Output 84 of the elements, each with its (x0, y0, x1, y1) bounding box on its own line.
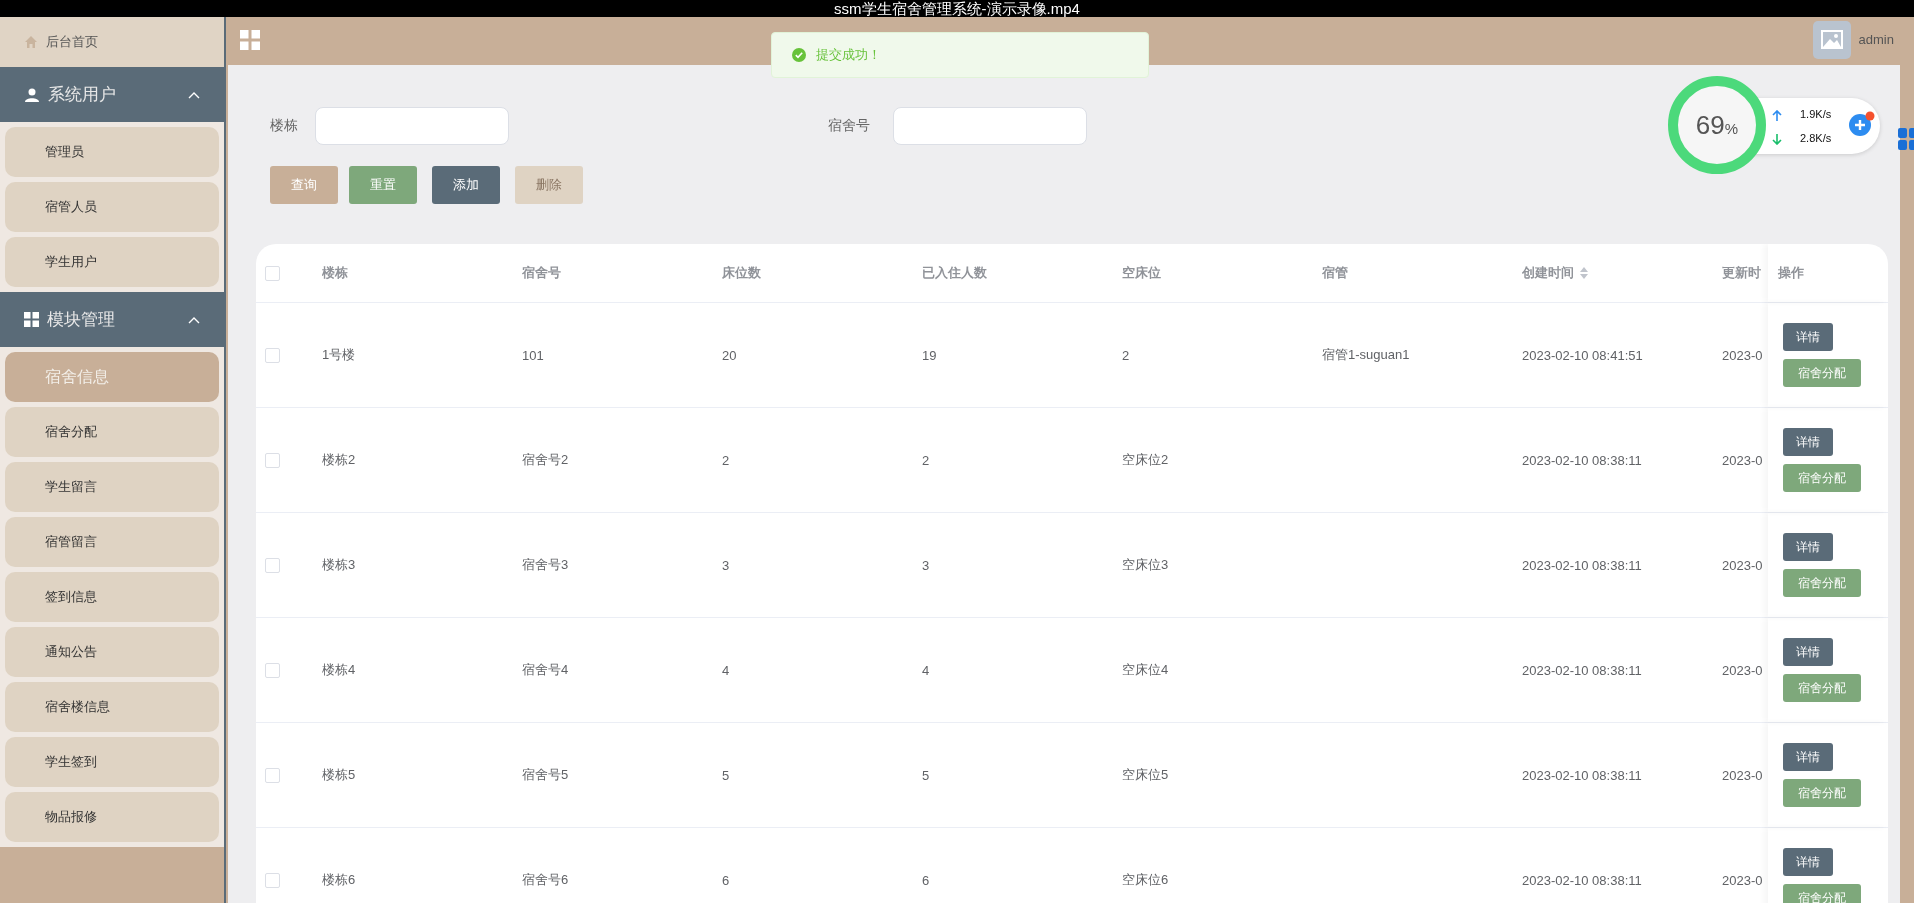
sidebar-item[interactable]: 宿管人员 (5, 182, 219, 232)
table-cell: 4 (922, 662, 930, 678)
table-cell: 4 (722, 662, 730, 678)
table-cell: 楼栋3 (322, 556, 356, 574)
action-button[interactable]: 添加 (432, 166, 500, 204)
row-action-button[interactable]: 详情 (1783, 533, 1833, 561)
table-cell: 2023-0 (1722, 557, 1763, 573)
table-cell: 5 (722, 767, 730, 783)
table-cell: 2023-0 (1722, 452, 1763, 468)
table-cell: 楼栋6 (322, 871, 356, 889)
table-cell: 宿舍号3 (522, 556, 569, 574)
table-cell: 6 (922, 872, 930, 888)
video-title: ssm学生宿舍管理系统-演示录像.mp4 (834, 0, 1080, 17)
table-cell: 2023-02-10 08:38:11 (1522, 767, 1642, 783)
table-cell: 楼栋2 (322, 451, 356, 469)
table-cell: 6 (722, 872, 730, 888)
section-title: 模块管理 (47, 309, 116, 331)
table-cell: 空床位5 (1122, 766, 1169, 784)
table-cell: 2 (1122, 347, 1130, 363)
sidebar-item[interactable]: 宿舍楼信息 (5, 682, 219, 732)
toast-message: 提交成功！ (816, 46, 881, 64)
table-cell: 2023-0 (1722, 662, 1763, 678)
column-header: 宿管 (1322, 264, 1348, 282)
usage-percent: 69% (1695, 109, 1739, 141)
table-cell: 3 (722, 557, 730, 573)
row-action-button[interactable]: 详情 (1783, 428, 1833, 456)
table-cell: 空床位4 (1122, 661, 1169, 679)
table-cell: 宿舍号4 (522, 661, 569, 679)
column-header: 楼栋 (322, 264, 348, 282)
table-cell: 2023-02-10 08:38:11 (1522, 557, 1642, 573)
column-header: 更新时 (1722, 264, 1761, 282)
sidebar-item[interactable]: 物品报修 (5, 792, 219, 842)
table-cell: 2023-02-10 08:38:11 (1522, 452, 1642, 468)
field-label: 楼栋 (270, 117, 299, 135)
table-cell: 2023-02-10 08:38:11 (1522, 662, 1642, 678)
table-cell: 空床位3 (1122, 556, 1169, 574)
table-cell: 楼栋4 (322, 661, 356, 679)
column-header: 操作 (1778, 264, 1804, 282)
sidebar-item[interactable]: 学生用户 (5, 237, 219, 287)
column-header: 床位数 (722, 264, 761, 282)
sidebar-item[interactable]: 宿管留言 (5, 517, 219, 567)
column-header: 创建时间 (1522, 264, 1574, 282)
sidebar-item[interactable]: 签到信息 (5, 572, 219, 622)
table-cell: 1号楼 (322, 346, 356, 364)
table-cell: 宿舍号2 (522, 451, 569, 469)
sidebar-item[interactable]: 学生签到 (5, 737, 219, 787)
table-cell: 空床位6 (1122, 871, 1169, 889)
table-cell: 宿舍号6 (522, 871, 569, 889)
table-cell: 2023-0 (1722, 872, 1763, 888)
table-cell: 2023-0 (1722, 767, 1763, 783)
table-cell: 20 (722, 347, 737, 363)
row-action-button[interactable]: 详情 (1783, 638, 1833, 666)
table-cell: 2 (722, 452, 730, 468)
menu-section-header[interactable]: 系统用户 (0, 67, 224, 122)
sidebar-item[interactable]: 学生留言 (5, 462, 219, 512)
table-cell: 宿管1-suguan1 (1322, 346, 1410, 364)
table-cell: 2 (922, 452, 930, 468)
row-action-button[interactable]: 详情 (1783, 323, 1833, 351)
table-cell: 2023-02-10 08:41:51 (1522, 347, 1643, 363)
download-speed: 2.8K/s (1800, 132, 1832, 144)
sidebar-item[interactable]: 宿舍分配 (5, 407, 219, 457)
table-cell: 楼栋5 (322, 766, 356, 784)
home-label: 后台首页 (46, 33, 98, 51)
sidebar-item[interactable]: 通知公告 (5, 627, 219, 677)
column-header: 宿舍号 (522, 264, 561, 282)
column-header: 已入住人数 (922, 264, 987, 282)
sidebar-item[interactable]: 管理员 (5, 127, 219, 177)
table-cell: 空床位2 (1122, 451, 1169, 469)
table-cell: 宿舍号5 (522, 766, 569, 784)
table-cell: 19 (922, 347, 937, 363)
home-menu-item[interactable]: 后台首页 (0, 17, 224, 67)
table-cell: 2023-02-10 08:38:11 (1522, 872, 1642, 888)
menu-section-header[interactable]: 模块管理 (0, 292, 224, 347)
upload-speed: 1.9K/s (1800, 108, 1832, 120)
username[interactable]: admin (1858, 32, 1894, 47)
field-label: 宿舍号 (828, 117, 871, 135)
row-action-button[interactable]: 详情 (1783, 848, 1833, 876)
section-title: 系统用户 (48, 84, 117, 106)
row-action-button[interactable]: 详情 (1783, 743, 1833, 771)
table-cell: 2023-0 (1722, 347, 1763, 363)
column-header: 空床位 (1122, 264, 1161, 282)
table-cell: 3 (922, 557, 930, 573)
table-cell: 101 (522, 347, 544, 363)
table-cell: 5 (922, 767, 930, 783)
